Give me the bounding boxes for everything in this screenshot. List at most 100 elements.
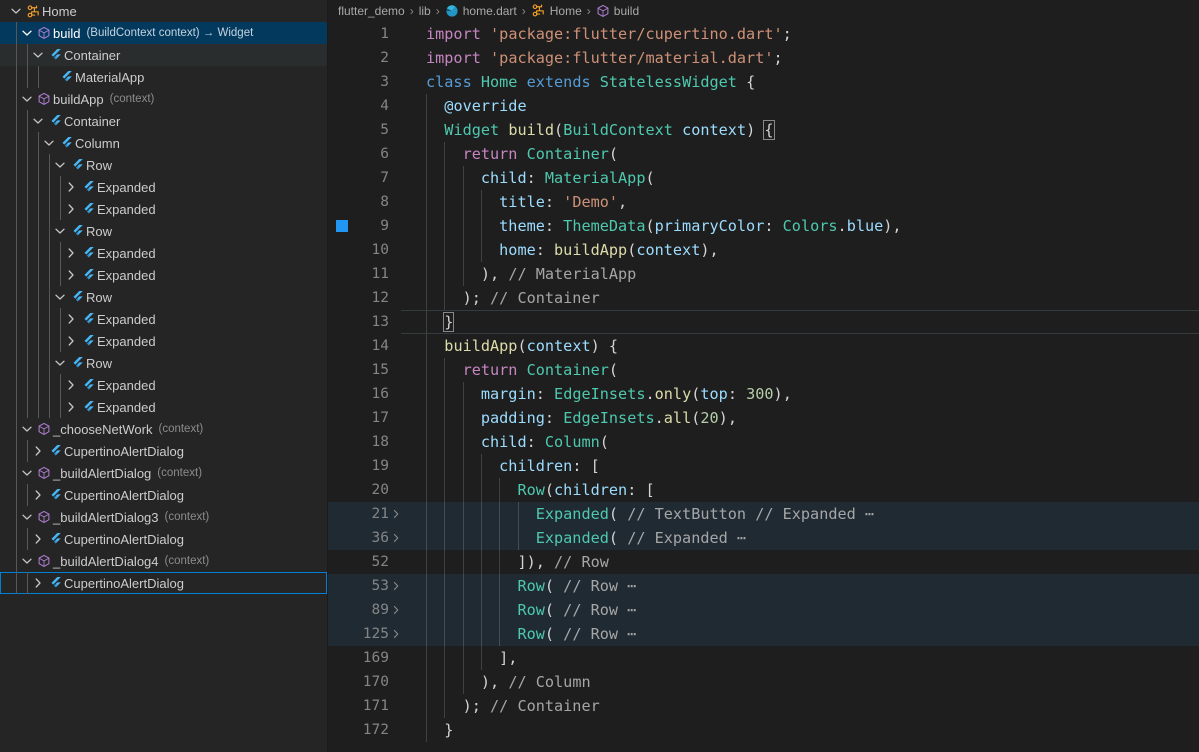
code-line-content[interactable]: } [403,310,1199,334]
code-line[interactable]: 9 theme: ThemeData(primaryColor: Colors.… [328,214,1199,238]
chevron-down-icon[interactable] [19,418,35,440]
outline-item-expanded[interactable]: Expanded [0,176,327,198]
outline-item-expanded[interactable]: Expanded [0,308,327,330]
fold-collapsed-icon[interactable] [389,578,403,594]
code-line[interactable]: 36 Expanded( // Expanded ⋯ [328,526,1199,550]
chevron-down-icon[interactable] [8,0,24,22]
color-decorator-swatch[interactable] [336,220,348,232]
gutter-decoration[interactable] [328,220,356,232]
outline-item-expanded[interactable]: Expanded [0,242,327,264]
chevron-right-icon[interactable] [63,264,79,286]
code-line[interactable]: 6 return Container( [328,142,1199,166]
code-line[interactable]: 14 buildApp(context) { [328,334,1199,358]
code-line-content[interactable]: ), // Column [403,670,1199,694]
breadcrumb-item-home-dart[interactable]: home.dart [445,4,517,18]
chevron-down-icon[interactable] [52,154,68,176]
code-line[interactable]: 5 Widget build(BuildContext context) { [328,118,1199,142]
code-line-content[interactable]: padding: EdgeInsets.all(20), [403,406,1199,430]
code-line-content[interactable]: child: MaterialApp( [403,166,1199,190]
code-line[interactable]: 18 child: Column( [328,430,1199,454]
code-line-content[interactable]: Widget build(BuildContext context) { [403,118,1199,142]
code-line[interactable]: 53 Row( // Row ⋯ [328,574,1199,598]
chevron-down-icon[interactable] [19,550,35,572]
code-line[interactable]: 10 home: buildApp(context), [328,238,1199,262]
chevron-right-icon[interactable] [30,572,46,594]
outline-item-container[interactable]: Container [0,110,327,132]
outline-item-column[interactable]: Column [0,132,327,154]
code-line-content[interactable]: theme: ThemeData(primaryColor: Colors.bl… [403,214,1199,238]
fold-collapsed-icon[interactable] [389,530,403,546]
code-line-content[interactable]: ), // MaterialApp [403,262,1199,286]
code-line-content[interactable]: buildApp(context) { [403,334,1199,358]
code-line-content[interactable]: home: buildApp(context), [403,238,1199,262]
code-line[interactable]: 125 Row( // Row ⋯ [328,622,1199,646]
code-line-content[interactable]: Expanded( // TextButton // Expanded ⋯ [403,502,1199,526]
code-line[interactable]: 89 Row( // Row ⋯ [328,598,1199,622]
breadcrumb-item-lib[interactable]: lib [419,4,431,18]
outline-item-expanded[interactable]: Expanded [0,198,327,220]
code-line-content[interactable]: title: 'Demo', [403,190,1199,214]
code-editor[interactable]: 1 import 'package:flutter/cupertino.dart'… [328,22,1199,752]
chevron-right-icon[interactable] [63,374,79,396]
code-line[interactable]: 8 title: 'Demo', [328,190,1199,214]
code-line[interactable]: 21 Expanded( // TextButton // Expanded ⋯ [328,502,1199,526]
code-line-content[interactable]: Row( // Row ⋯ [403,622,1199,646]
outline-item-container[interactable]: Container [0,44,327,66]
code-line-content[interactable]: } [403,718,1199,742]
code-line-content[interactable]: ], [403,646,1199,670]
chevron-down-icon[interactable] [19,506,35,528]
outline-item-choosenetwork[interactable]: _chooseNetWork (context) [0,418,327,440]
code-line[interactable]: 172 } [328,718,1199,742]
code-line[interactable]: 52 ]), // Row [328,550,1199,574]
outline-item-buildalertdialog3[interactable]: _buildAlertDialog3 (context) [0,506,327,528]
outline-item-expanded[interactable]: Expanded [0,330,327,352]
code-line-content[interactable]: margin: EdgeInsets.only(top: 300), [403,382,1199,406]
code-line-content[interactable]: import 'package:flutter/cupertino.dart'; [403,22,1199,46]
chevron-down-icon[interactable] [19,88,35,110]
chevron-right-icon[interactable] [30,440,46,462]
chevron-down-icon[interactable] [52,352,68,374]
chevron-down-icon[interactable] [19,22,35,44]
code-line-content[interactable]: ]), // Row [403,550,1199,574]
outline-item-row[interactable]: Row [0,286,327,308]
outline-item-buildalertdialog4[interactable]: _buildAlertDialog4 (context) [0,550,327,572]
chevron-down-icon[interactable] [19,462,35,484]
outline-item-expanded[interactable]: Expanded [0,264,327,286]
code-line-content[interactable]: Row( // Row ⋯ [403,574,1199,598]
outline-item-row[interactable]: Row [0,154,327,176]
outline-item-cupertinoalertdialog[interactable]: CupertinoAlertDialog [0,484,327,506]
code-line-content[interactable]: return Container( [403,142,1199,166]
outline-item-buildapp[interactable]: buildApp (context) [0,88,327,110]
outline-item-cupertinoalertdialog[interactable]: CupertinoAlertDialog [0,528,327,550]
code-line[interactable]: 170 ), // Column [328,670,1199,694]
outline-item-row[interactable]: Row [0,220,327,242]
outline-item-cupertinoalertdialog[interactable]: CupertinoAlertDialog [0,440,327,462]
code-line-content[interactable]: Row( // Row ⋯ [403,598,1199,622]
chevron-down-icon[interactable] [52,220,68,242]
chevron-right-icon[interactable] [63,330,79,352]
chevron-down-icon[interactable] [41,132,57,154]
chevron-right-icon[interactable] [63,308,79,330]
chevron-right-icon[interactable] [63,242,79,264]
code-line-content[interactable]: @override [403,94,1199,118]
code-line[interactable]: 12 ); // Container [328,286,1199,310]
code-line[interactable]: 4 @override [328,94,1199,118]
code-line-content[interactable]: Row(children: [ [403,478,1199,502]
code-line[interactable]: 15 return Container( [328,358,1199,382]
breadcrumb-item-flutter_demo[interactable]: flutter_demo [338,4,405,18]
code-line[interactable]: 169 ], [328,646,1199,670]
code-line[interactable]: 2 import 'package:flutter/material.dart'; [328,46,1199,70]
chevron-down-icon[interactable] [30,110,46,132]
code-line[interactable]: 20 Row(children: [ [328,478,1199,502]
code-line-content[interactable]: children: [ [403,454,1199,478]
code-line[interactable]: 7 child: MaterialApp( [328,166,1199,190]
code-line-content[interactable]: Expanded( // Expanded ⋯ [403,526,1199,550]
chevron-right-icon[interactable] [63,176,79,198]
outline-item-expanded[interactable]: Expanded [0,396,327,418]
code-line-content[interactable]: child: Column( [403,430,1199,454]
chevron-right-icon[interactable] [30,484,46,506]
outline-item-materialapp[interactable]: MaterialApp [0,66,327,88]
code-line-content[interactable]: import 'package:flutter/material.dart'; [403,46,1199,70]
chevron-down-icon[interactable] [30,44,46,66]
code-line-content[interactable]: return Container( [403,358,1199,382]
